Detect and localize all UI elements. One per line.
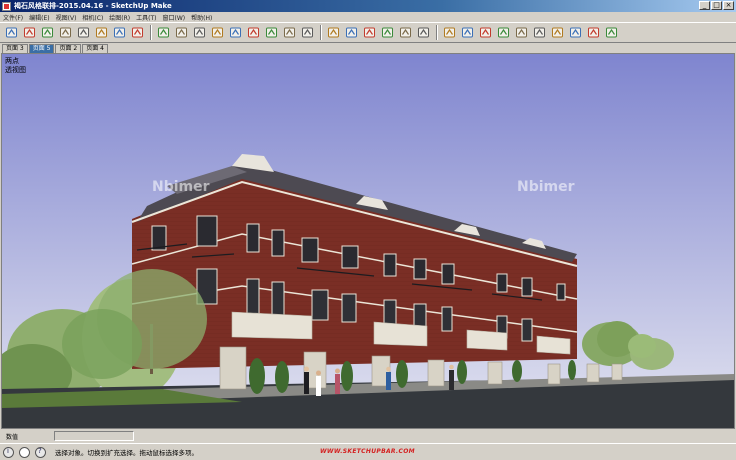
section-plane-icon[interactable] [442, 25, 457, 40]
walk-icon[interactable] [264, 25, 279, 40]
site-watermark: WWW.SKETCHUPBAR.COM [320, 448, 415, 455]
redo-icon[interactable] [568, 25, 583, 40]
top-view-icon[interactable] [344, 25, 359, 40]
delete-icon[interactable] [532, 25, 547, 40]
zoom-extents-icon[interactable] [228, 25, 243, 40]
rectangle-icon[interactable] [76, 25, 91, 40]
minimize-button[interactable]: _ [699, 1, 710, 10]
toolbar-separator [320, 25, 322, 40]
measurements-input[interactable] [54, 431, 134, 441]
measurements-label: 数值 [6, 433, 19, 441]
menu-help[interactable]: 帮助(H) [191, 13, 218, 22]
print-icon[interactable] [586, 25, 601, 40]
toolbar-separator [436, 25, 438, 40]
tab-scene-2[interactable]: 页面 2 [55, 44, 82, 53]
select-icon[interactable] [4, 25, 19, 40]
orbit-icon[interactable] [156, 25, 171, 40]
open-folder-icon[interactable] [460, 25, 475, 40]
pan-icon[interactable] [174, 25, 189, 40]
left-view-icon[interactable] [416, 25, 431, 40]
menu-tools[interactable]: 工具(T) [136, 13, 162, 22]
line-icon[interactable] [58, 25, 73, 40]
window-title: 褐石风格联排-2015.04.16 - SketchUp Make [14, 2, 172, 10]
toolbar-separator [150, 25, 152, 40]
sketchup-window: 褐石风格联排-2015.04.16 - SketchUp Make _ □ × … [0, 0, 736, 460]
zoom-window-icon[interactable] [210, 25, 225, 40]
model-info-icon[interactable] [604, 25, 619, 40]
watermark-right: Nbimer [517, 179, 575, 195]
iso-view-icon[interactable] [326, 25, 341, 40]
tab-scene-5[interactable]: 页面 5 [28, 44, 55, 53]
help-icon[interactable] [35, 446, 46, 458]
previous-view-icon[interactable] [246, 25, 261, 40]
menu-bar: 文件(F) 编辑(E) 视图(V) 相机(C) 绘图(R) 工具(T) 窗口(W… [0, 12, 736, 22]
measurements-box: 数值 [0, 429, 736, 443]
menu-draw[interactable]: 绘图(R) [109, 13, 136, 22]
credits-icon[interactable] [19, 446, 30, 458]
maximize-button[interactable]: □ [711, 1, 722, 10]
push-pull-icon[interactable] [94, 25, 109, 40]
front-view-icon[interactable] [362, 25, 377, 40]
component-icon[interactable] [130, 25, 145, 40]
watermark-left: Nbimer [152, 179, 210, 195]
save-icon[interactable] [478, 25, 493, 40]
eraser-icon[interactable] [22, 25, 37, 40]
menu-view[interactable]: 视图(V) [56, 13, 83, 22]
menu-window[interactable]: 窗口(W) [163, 13, 192, 22]
title-bar: 褐石风格联排-2015.04.16 - SketchUp Make _ □ × [0, 0, 736, 12]
offset-icon[interactable] [112, 25, 127, 40]
look-around-icon[interactable] [282, 25, 297, 40]
menu-edit[interactable]: 编辑(E) [29, 13, 55, 22]
sketchup-app-icon [2, 1, 11, 11]
status-hint: 选择对象。切换到扩充选择。拖动鼠标选择多项。 [55, 449, 198, 457]
position-camera-icon[interactable] [300, 25, 315, 40]
menu-camera[interactable]: 相机(C) [82, 13, 109, 22]
rendered-scene [2, 54, 734, 428]
paint-icon[interactable] [40, 25, 55, 40]
back-view-icon[interactable] [398, 25, 413, 40]
model-viewport[interactable]: 两点 透视图 Nbimer Nbimer [1, 53, 735, 429]
right-view-icon[interactable] [380, 25, 395, 40]
undo-icon[interactable] [550, 25, 565, 40]
scene-tabs: 页面 3 页面 5 页面 2 页面 4 [0, 43, 736, 53]
zoom-icon[interactable] [192, 25, 207, 40]
view-label: 透视图 [5, 66, 26, 74]
close-button[interactable]: × [723, 1, 734, 10]
cut-icon[interactable] [496, 25, 511, 40]
main-toolbar [0, 22, 736, 43]
tab-scene-3[interactable]: 页面 3 [2, 44, 28, 53]
georeference-icon[interactable] [3, 446, 14, 458]
window-controls: _ □ × [699, 1, 734, 10]
menu-file[interactable]: 文件(F) [3, 13, 29, 22]
copy-icon[interactable] [514, 25, 529, 40]
tab-scene-4[interactable]: 页面 4 [82, 44, 108, 53]
